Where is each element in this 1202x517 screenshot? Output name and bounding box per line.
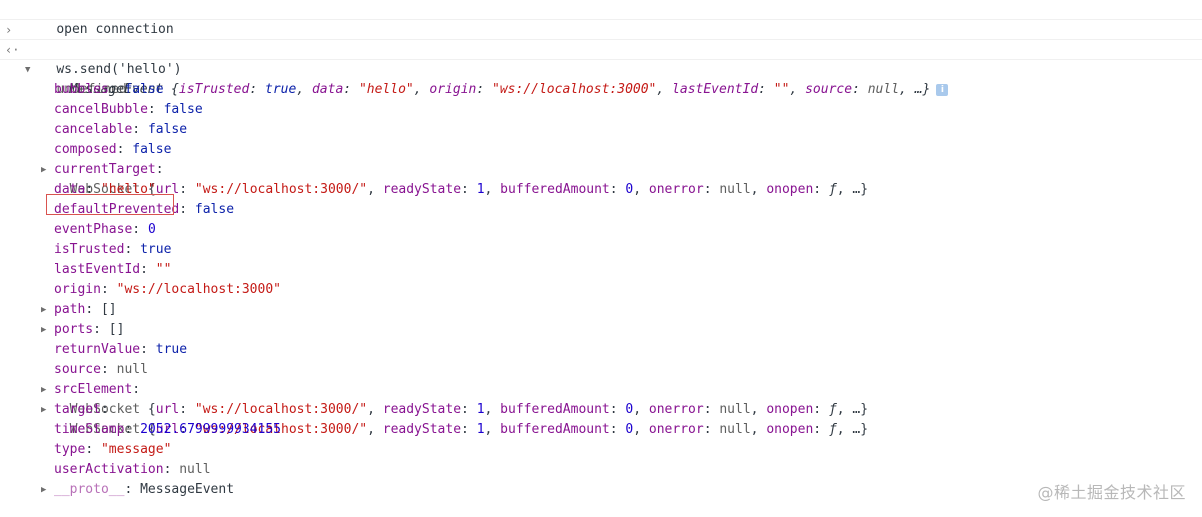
property-row-currentTarget[interactable]: ▶ currentTarget: WebSocket {url: "ws://lo… — [0, 160, 1202, 197]
console-output-line: ‹· undefined — [0, 40, 1202, 97]
collapsed-triangle-icon[interactable]: ▶ — [41, 160, 51, 180]
property-key: ports — [54, 322, 94, 337]
property-row-cancelable: cancelable: false — [54, 122, 188, 137]
property-value: 0 — [147, 222, 156, 237]
property-key: cancelable — [54, 122, 133, 137]
property-row-cancelBubble: cancelBubble: false — [54, 102, 203, 117]
property-value: [] — [108, 322, 125, 337]
property-value: false — [194, 202, 235, 217]
property-row-eventPhase: eventPhase: 0 — [54, 222, 156, 237]
console-input-line[interactable]: › ws.send('hello') — [0, 20, 1202, 77]
property-key: source — [54, 362, 101, 377]
expanded-triangle-icon[interactable]: ▼ — [25, 60, 35, 80]
property-key: timeStamp — [54, 422, 125, 437]
property-row-isTrusted: isTrusted: true — [54, 242, 172, 257]
property-key: eventPhase — [54, 222, 133, 237]
property-value: 2052.6799999934155 — [140, 422, 281, 437]
devtools-console: open connection › ws.send('hello') ‹· un… — [0, 0, 1202, 517]
property-value: true — [155, 342, 188, 357]
property-row-userActivation: userActivation: null — [54, 462, 211, 477]
collapsed-triangle-icon[interactable]: ▶ — [41, 300, 51, 320]
property-key: bubbles — [54, 82, 109, 97]
property-row-returnValue: returnValue: true — [54, 342, 188, 357]
property-row-target[interactable]: ▶ target: WebSocket {url: "ws://localhost… — [0, 400, 1202, 437]
property-key: composed — [54, 142, 117, 157]
property-value: false — [147, 122, 188, 137]
property-key: path — [54, 302, 86, 317]
property-key: target — [54, 402, 101, 417]
property-value: "message" — [100, 442, 172, 457]
property-key: lastEventId — [54, 262, 141, 277]
property-row-srcElement[interactable]: ▶ srcElement: WebSocket {url: "ws://local… — [0, 380, 1202, 417]
property-value: "ws://localhost:3000" — [116, 282, 281, 297]
collapsed-triangle-icon[interactable]: ▶ — [41, 480, 51, 500]
property-key: cancelBubble — [54, 102, 148, 117]
watermark-text: @稀土掘金技术社区 — [1037, 483, 1186, 502]
property-value: MessageEvent — [140, 482, 235, 497]
property-key: isTrusted — [54, 242, 125, 257]
property-row-type: type: "message" — [54, 442, 172, 457]
property-value: [] — [100, 302, 117, 317]
collapsed-triangle-icon[interactable]: ▶ — [41, 320, 51, 340]
property-key: __proto__ — [54, 482, 125, 497]
property-value: null — [116, 362, 148, 377]
property-row-ports[interactable]: ▶ ports: [] — [0, 320, 1202, 340]
property-row-timeStamp: timeStamp: 2052.6799999934155 — [54, 422, 281, 437]
property-key: userActivation — [54, 462, 164, 477]
collapsed-triangle-icon[interactable]: ▶ — [41, 400, 51, 420]
property-key: data — [54, 182, 86, 197]
property-key: returnValue — [54, 342, 141, 357]
property-value: "hello" — [100, 182, 156, 197]
property-key: defaultPrevented — [54, 202, 180, 217]
property-value: false — [124, 82, 164, 97]
property-value: null — [179, 462, 211, 477]
property-row-bubbles: bubbles: false — [54, 82, 164, 97]
property-key: srcElement — [54, 382, 133, 397]
collapsed-triangle-icon[interactable]: ▶ — [41, 380, 51, 400]
property-key: type — [54, 442, 86, 457]
property-key: origin — [54, 282, 101, 297]
output-return-icon: ‹· — [5, 43, 20, 57]
property-key: currentTarget — [54, 162, 156, 177]
object-summary-row[interactable]: ▼ MessageEvent {isTrusted: true, data: "h… — [0, 60, 1202, 97]
property-row-path[interactable]: ▶ path: [] — [0, 300, 1202, 320]
property-value: false — [163, 102, 203, 117]
property-list: bubbles: false cancelBubble: false cancela… — [0, 80, 1202, 500]
property-row-lastEventId: lastEventId: "" — [54, 262, 172, 277]
property-row-proto[interactable]: ▶ __proto__: MessageEvent — [0, 480, 1202, 500]
property-value: false — [132, 142, 172, 157]
console-log-line: open connection — [0, 0, 1202, 37]
property-row-data: data: "hello" — [54, 182, 156, 197]
property-value: true — [140, 242, 172, 257]
property-value: "" — [155, 262, 172, 277]
property-row-source: source: null — [54, 362, 148, 377]
property-row-origin: origin: "ws://localhost:3000" — [54, 282, 281, 297]
input-chevron-icon: › — [5, 23, 13, 37]
property-row-composed: composed: false — [54, 142, 172, 157]
property-row-defaultPrevented: defaultPrevented: false — [54, 202, 235, 217]
